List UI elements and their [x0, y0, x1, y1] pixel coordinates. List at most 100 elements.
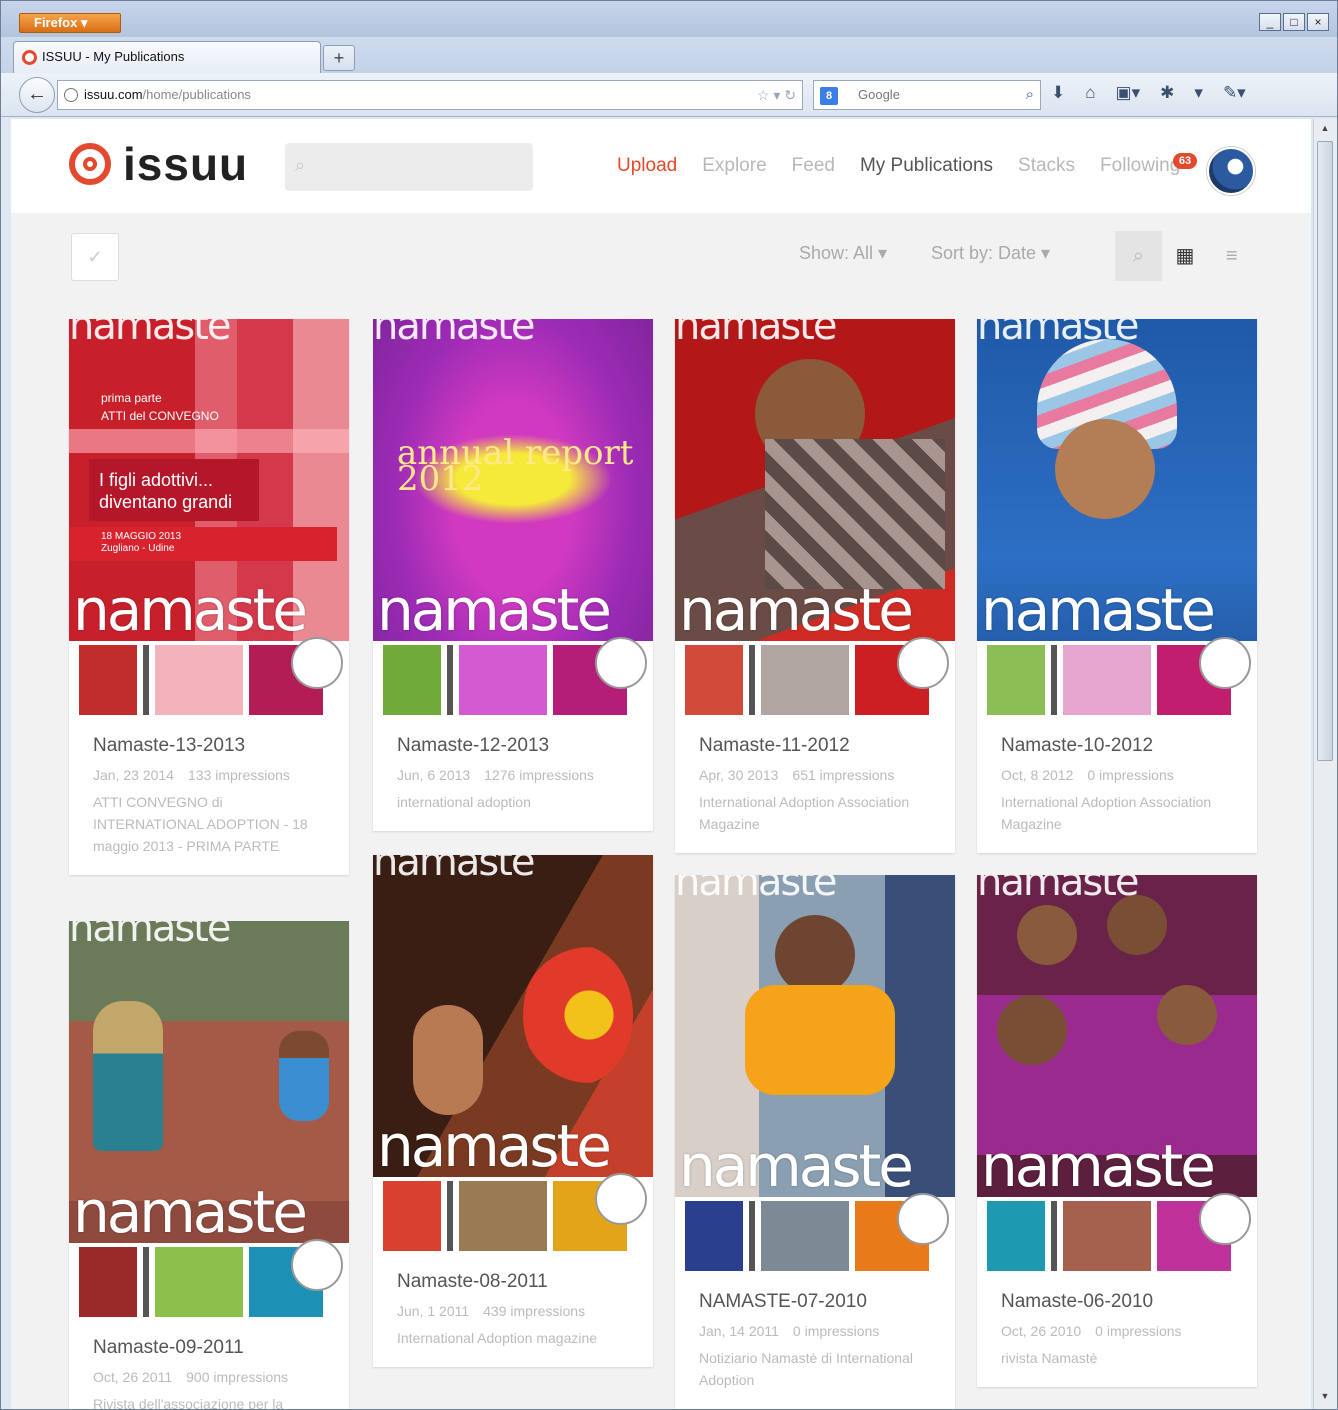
cover-title: namaste: [981, 1132, 1216, 1200]
cover-masthead: namaste: [675, 875, 837, 899]
scroll-up-icon[interactable]: ▲: [1317, 123, 1333, 139]
google-engine-icon[interactable]: 8: [820, 87, 838, 105]
home-icon[interactable]: ⌂: [1085, 83, 1095, 103]
publication-card[interactable]: namaste namaste Namaste-06-2010 Oct, 26 …: [977, 875, 1257, 1387]
cover-masthead: namaste: [675, 319, 837, 343]
search-icon: ⌕: [295, 155, 306, 175]
publication-card[interactable]: namaste namaste Namaste-09-2011 Oct, 26 …: [69, 921, 349, 1409]
download-icon[interactable]: ⬇: [1051, 83, 1065, 103]
back-button[interactable]: ←: [19, 77, 55, 113]
association-seal-icon: [1199, 637, 1251, 689]
tab-my-publications[interactable]: ISSUU - My Publications: [13, 41, 321, 73]
publication-title[interactable]: Namaste-06-2010: [1001, 1291, 1233, 1313]
nav-following[interactable]: Following: [1100, 155, 1180, 177]
issuu-logo-icon: [69, 143, 111, 185]
vertical-scrollbar[interactable]: ▲ ▼: [1313, 119, 1337, 1409]
nav-explore[interactable]: Explore: [702, 155, 766, 177]
scroll-thumb[interactable]: [1317, 141, 1333, 761]
cover-title: namaste: [679, 576, 914, 644]
publication-cover[interactable]: namaste namaste: [977, 319, 1257, 719]
publication-cover[interactable]: namaste annual report 2012 namaste: [373, 319, 653, 719]
nav-stacks[interactable]: Stacks: [1018, 155, 1075, 177]
publication-title[interactable]: Namaste-11-2012: [699, 735, 931, 757]
publication-cover[interactable]: namaste namaste: [69, 921, 349, 1321]
page-content: issuu ⌕ Upload Explore Feed My Publicati…: [11, 119, 1311, 1409]
publication-cover[interactable]: namaste prima parte ATTI del CONVEGNO I …: [69, 319, 349, 719]
firefox-menu-button[interactable]: Firefox ▾: [19, 13, 121, 33]
publication-meta: Oct, 8 2012 0 impressions: [1001, 767, 1174, 783]
cover-title: namaste: [377, 1112, 612, 1180]
search-placeholder: Google: [858, 87, 900, 102]
bookmark-star-icon[interactable]: ☆: [757, 87, 770, 103]
publication-cover[interactable]: namaste namaste: [675, 319, 955, 719]
publication-title[interactable]: Namaste-12-2013: [397, 735, 629, 757]
browser-window: Firefox ▾ _ □ × ISSUU - My Publications …: [0, 0, 1338, 1410]
publication-meta: Apr, 30 2013 651 impressions: [699, 767, 895, 783]
publication-title[interactable]: NAMASTE-07-2010: [699, 1291, 931, 1313]
site-nav: Upload Explore Feed My Publications Stac…: [617, 155, 1205, 177]
menu-chevron-icon[interactable]: ▾: [1194, 83, 1203, 103]
association-seal-icon: [897, 637, 949, 689]
publication-title[interactable]: Namaste-08-2011: [397, 1271, 629, 1293]
window-controls: _ □ ×: [1257, 13, 1329, 31]
tab-bar: ISSUU - My Publications +: [1, 37, 1337, 73]
publication-card[interactable]: namaste prima parte ATTI del CONVEGNO I …: [69, 319, 349, 875]
reload-icon[interactable]: ↻: [784, 87, 796, 103]
show-filter-dropdown[interactable]: Show: All ▾: [799, 243, 887, 264]
publication-description: International Adoption Association Magaz…: [699, 794, 910, 832]
addon-icon[interactable]: ✱: [1160, 83, 1174, 103]
close-button[interactable]: ×: [1307, 13, 1329, 31]
flower-photo: [523, 945, 633, 1085]
publication-title[interactable]: Namaste-09-2011: [93, 1337, 325, 1359]
association-seal-icon: [595, 1173, 647, 1225]
cover-masthead: namaste: [373, 319, 535, 343]
publication-card[interactable]: namaste annual report 2012 namaste Namas…: [373, 319, 653, 831]
cover-masthead: namaste: [977, 875, 1139, 899]
maximize-button[interactable]: □: [1283, 13, 1305, 31]
nav-feed[interactable]: Feed: [792, 155, 835, 177]
cover-masthead: namaste: [373, 855, 535, 879]
url-bar[interactable]: issuu.com/home/publications ☆ ▾ ↻: [57, 80, 803, 110]
sort-dropdown[interactable]: Sort by: Date ▾: [931, 243, 1050, 264]
publication-cover[interactable]: namaste namaste: [373, 855, 653, 1255]
nav-my-publications[interactable]: My Publications: [860, 155, 993, 177]
tab-title: ISSUU - My Publications: [42, 49, 185, 64]
publication-card[interactable]: namaste namaste NAMASTE-07-2010 Jan, 14 …: [675, 875, 955, 1409]
site-header: issuu ⌕ Upload Explore Feed My Publicati…: [11, 119, 1311, 213]
cover-masthead: namaste: [69, 921, 231, 945]
association-seal-icon: [291, 637, 343, 689]
browser-tools: ⬇ ⌂ ▣▾ ✱ ▾ ✎▾: [1051, 83, 1246, 103]
select-all-checkbox[interactable]: ✓: [71, 233, 119, 281]
publication-meta: Oct, 26 2010 0 impressions: [1001, 1323, 1182, 1339]
grid-view-icon[interactable]: ▦: [1162, 231, 1209, 281]
publication-cover[interactable]: namaste namaste: [675, 875, 955, 1275]
publication-meta: Oct, 26 2011 900 impressions: [93, 1369, 289, 1385]
list-view-icon[interactable]: ≡: [1208, 231, 1255, 281]
publication-cover[interactable]: namaste namaste: [977, 875, 1257, 1275]
publication-description: International Adoption magazine: [397, 1330, 598, 1346]
minimize-button[interactable]: _: [1259, 13, 1281, 31]
site-search-input[interactable]: ⌕: [285, 143, 533, 191]
sidebar-icon[interactable]: ▣▾: [1116, 83, 1141, 103]
search-bar[interactable]: 8 Google ⌕: [813, 80, 1041, 110]
cover-title: namaste: [73, 1178, 308, 1246]
user-avatar[interactable]: [1207, 147, 1255, 195]
nav-upload[interactable]: Upload: [617, 155, 677, 177]
publication-card[interactable]: namaste namaste Namaste-08-2011 Jun, 1 2…: [373, 855, 653, 1367]
new-tab-button[interactable]: +: [323, 45, 355, 71]
url-host: issuu.com: [84, 87, 143, 102]
tools-icon[interactable]: ✎▾: [1223, 83, 1246, 103]
publication-meta: Jan, 23 2014 133 impressions: [93, 767, 290, 783]
publication-card[interactable]: namaste namaste Namaste-10-2012 Oct, 8 2…: [977, 319, 1257, 853]
publication-card[interactable]: namaste namaste Namaste-11-2012 Apr, 30 …: [675, 319, 955, 853]
search-publications-icon[interactable]: ⌕: [1115, 231, 1162, 281]
cover-title: namaste: [981, 576, 1216, 644]
cover-masthead: namaste: [69, 319, 231, 343]
issuu-logo[interactable]: issuu: [69, 141, 248, 187]
following-count-badge: 63: [1173, 153, 1197, 169]
scroll-down-icon[interactable]: ▼: [1317, 1391, 1333, 1407]
search-icon[interactable]: ⌕: [1026, 81, 1034, 109]
publication-title[interactable]: Namaste-13-2013: [93, 735, 325, 757]
cover-title: namaste: [679, 1132, 914, 1200]
publication-title[interactable]: Namaste-10-2012: [1001, 735, 1233, 757]
